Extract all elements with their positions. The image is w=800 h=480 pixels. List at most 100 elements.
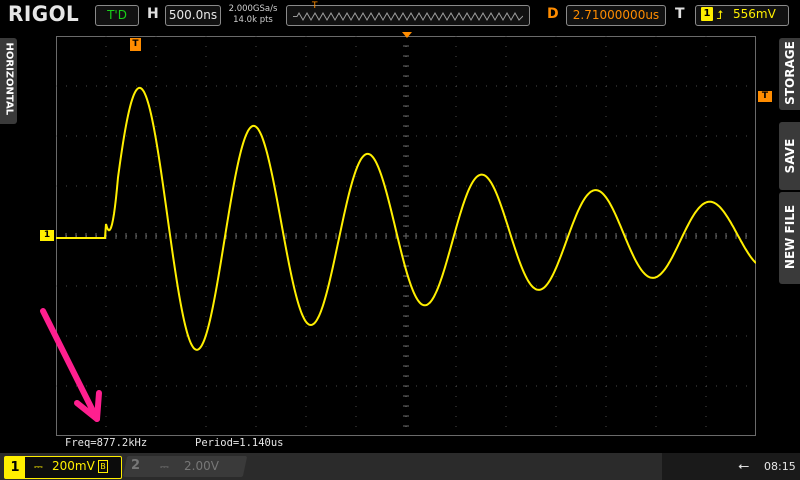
grid-dot	[316, 335, 317, 337]
grid-dot	[416, 385, 417, 387]
grid-dot	[386, 85, 387, 87]
grid-dot	[746, 285, 747, 287]
grid-dot	[466, 135, 467, 137]
grid-dot	[656, 85, 657, 87]
grid-dot	[205, 196, 207, 197]
grid-dot	[105, 216, 107, 217]
grid-dot	[696, 385, 697, 387]
grid-dot	[446, 85, 447, 87]
grid-dot	[326, 335, 327, 337]
grid-dot	[576, 335, 577, 337]
grid-dot	[355, 376, 357, 377]
grid-dot	[626, 85, 627, 87]
grid-dot	[505, 166, 507, 167]
grid-dot	[236, 85, 237, 87]
delay-readout[interactable]: 2.71000000us	[566, 5, 666, 26]
grid-dot	[705, 46, 707, 47]
grid-dot	[596, 385, 597, 387]
storage-menu-tab[interactable]: STORAGE	[779, 38, 800, 110]
grid-dot	[455, 266, 457, 267]
grid-dot	[655, 326, 657, 327]
grid-dot	[76, 185, 77, 187]
save-softkey[interactable]: SAVE	[779, 122, 800, 190]
grid-dot	[255, 56, 257, 57]
grid-dot	[686, 185, 687, 187]
grid-dot	[305, 176, 307, 177]
grid-dot	[255, 46, 257, 47]
grid-dot	[255, 366, 257, 367]
grid-dot	[305, 256, 307, 257]
graticule[interactable]	[56, 36, 756, 436]
grid-dot	[606, 385, 607, 387]
grid-dot	[155, 96, 157, 97]
trigger-level-marker[interactable]: T	[758, 91, 772, 102]
grid-dot	[736, 135, 737, 137]
grid-dot	[646, 335, 647, 337]
grid-dot	[355, 206, 357, 207]
grid-dot	[276, 285, 277, 287]
grid-dot	[655, 256, 657, 257]
horizontal-menu-tab[interactable]: HORIZONTAL	[0, 38, 17, 124]
grid-dot	[216, 385, 217, 387]
grid-dot	[396, 185, 397, 187]
new-file-softkey[interactable]: NEW FILE	[779, 192, 800, 284]
grid-dot	[155, 316, 157, 317]
grid-dot	[305, 106, 307, 107]
grid-dot	[726, 135, 727, 137]
grid-dot	[586, 135, 587, 137]
grid-dot	[705, 306, 707, 307]
acquisition-info: 2.000GSa/s 14.0k pts	[227, 4, 279, 26]
grid-dot	[255, 426, 257, 427]
grid-dot	[555, 166, 557, 167]
grid-dot	[286, 135, 287, 137]
grid-dot	[705, 206, 707, 207]
grid-dot	[716, 385, 717, 387]
grid-dot	[456, 285, 457, 287]
grid-dot	[696, 185, 697, 187]
grid-dot	[296, 135, 297, 137]
grid-dot	[326, 385, 327, 387]
grid-dot	[105, 206, 107, 207]
run-state-indicator[interactable]: T'D	[95, 5, 139, 26]
grid-dot	[336, 385, 337, 387]
timebase-readout[interactable]: 500.0ns	[165, 5, 221, 26]
grid-dot	[486, 135, 487, 137]
grid-dot	[705, 396, 707, 397]
memory-overview[interactable]	[286, 5, 530, 26]
grid-dot	[516, 135, 517, 137]
grid-dot	[705, 66, 707, 67]
grid-dot	[686, 135, 687, 137]
grid-dot	[516, 385, 517, 387]
grid-dot	[505, 156, 507, 157]
grid-dot	[305, 266, 307, 267]
grid-dot	[236, 385, 237, 387]
grid-dot	[355, 156, 357, 157]
delay-label: D	[547, 6, 559, 22]
grid-dot	[155, 126, 157, 127]
grid-dot	[105, 36, 107, 37]
grid-dot	[705, 376, 707, 377]
grid-dot	[396, 285, 397, 287]
grid-dot	[456, 385, 457, 387]
grid-dot	[555, 216, 557, 217]
grid-dot	[636, 285, 637, 287]
grid-dot	[456, 135, 457, 137]
channel1-offset-marker[interactable]: 1	[40, 230, 54, 241]
grid-dot	[605, 376, 607, 377]
grid-dot	[355, 326, 357, 327]
grid-dot	[155, 356, 157, 357]
grid-dot	[655, 406, 657, 407]
frequency-measurement: Freq=877.2kHz	[65, 437, 148, 449]
grid-dot	[296, 285, 297, 287]
grid-dot	[155, 346, 157, 347]
grid-dot	[626, 135, 627, 137]
grid-dot	[355, 416, 357, 417]
trigger-position-marker[interactable]: T	[130, 38, 141, 51]
grid-dot	[555, 296, 557, 297]
grid-dot	[226, 85, 227, 87]
grid-dot	[386, 335, 387, 337]
bandwidth-limit-icon: B	[98, 460, 108, 473]
grid-dot	[705, 146, 707, 147]
grid-dot	[355, 216, 357, 217]
grid-dot	[706, 285, 707, 287]
